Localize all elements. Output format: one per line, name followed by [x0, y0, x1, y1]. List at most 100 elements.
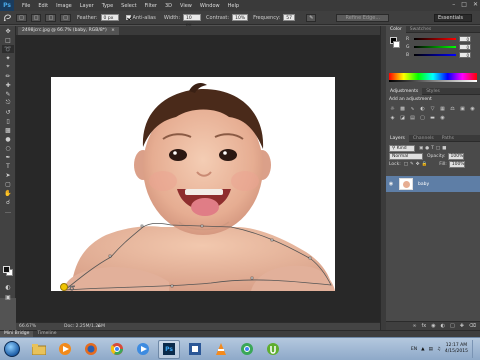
- gradient-tool-icon[interactable]: ▩: [2, 126, 14, 134]
- magnetic-lasso-icon[interactable]: [0, 13, 14, 22]
- tab-adjustments[interactable]: Adjustments: [386, 87, 423, 95]
- new-layer-icon[interactable]: ✚: [460, 323, 464, 329]
- minimize-icon[interactable]: –: [452, 1, 455, 8]
- brush-tool-icon[interactable]: ✎: [2, 90, 14, 98]
- tab-layers[interactable]: Layers: [386, 134, 409, 142]
- quick-mask-icon[interactable]: ◐: [2, 283, 14, 291]
- taskbar-chrome-icon[interactable]: [106, 340, 128, 359]
- hue-saturation-icon[interactable]: ▦: [439, 106, 446, 112]
- brightness-icon[interactable]: ☼: [389, 106, 396, 112]
- quick-selection-tool-icon[interactable]: ✦: [2, 54, 14, 62]
- start-button[interactable]: [4, 341, 20, 357]
- clone-stamp-tool-icon[interactable]: ⎋: [2, 99, 14, 107]
- color-spectrum[interactable]: [389, 73, 477, 82]
- taskbar-vlc-icon[interactable]: [210, 340, 232, 359]
- curves-icon[interactable]: ∿: [409, 106, 416, 112]
- layer-mask-icon[interactable]: ◉: [431, 323, 435, 329]
- taskbar-photoshop-icon[interactable]: Ps: [158, 339, 180, 359]
- tab-paths[interactable]: Paths: [438, 135, 458, 142]
- visibility-eye-icon[interactable]: ◉: [386, 181, 396, 187]
- hand-tool-icon[interactable]: ✋: [2, 189, 14, 197]
- taskbar-word-icon[interactable]: [184, 340, 206, 359]
- green-value[interactable]: 0: [459, 44, 471, 50]
- channel-mixer-icon[interactable]: ◈: [389, 115, 396, 121]
- menu-3d[interactable]: 3D: [161, 3, 176, 9]
- subtract-selection-icon[interactable]: □: [45, 13, 57, 22]
- trash-icon[interactable]: ⌫: [469, 323, 476, 329]
- volume-icon[interactable]: ♫: [437, 347, 441, 352]
- move-tool-icon[interactable]: ✥: [2, 27, 14, 35]
- workspace-select[interactable]: Essentials: [434, 14, 472, 22]
- menu-edit[interactable]: Edit: [34, 3, 52, 9]
- menu-help[interactable]: Help: [224, 3, 243, 9]
- tab-channels[interactable]: Channels: [409, 135, 438, 142]
- blur-tool-icon[interactable]: ●: [2, 135, 14, 143]
- posterize-icon[interactable]: ▤: [409, 115, 416, 121]
- new-group-icon[interactable]: □: [450, 323, 455, 329]
- layer-style-icon[interactable]: fx: [422, 323, 427, 329]
- fill-input[interactable]: 100%: [448, 160, 465, 168]
- black-white-icon[interactable]: ▣: [459, 106, 466, 112]
- close-tab-icon[interactable]: ×: [111, 28, 115, 33]
- menu-window[interactable]: Window: [196, 3, 224, 9]
- layer-filter-icons[interactable]: ▣●T□■: [419, 146, 448, 151]
- menu-type[interactable]: Type: [98, 3, 117, 9]
- menu-view[interactable]: View: [176, 3, 196, 9]
- type-tool-icon[interactable]: T: [2, 162, 14, 170]
- taskbar-explorer-icon[interactable]: [28, 340, 50, 359]
- tab-styles[interactable]: Styles: [422, 88, 444, 95]
- taskbar-chrome2-icon[interactable]: [236, 340, 258, 359]
- zoom-tool-icon[interactable]: ☌: [2, 198, 14, 206]
- antialias-checkbox[interactable]: Anti-alias: [125, 15, 156, 21]
- lasso-start-point[interactable]: [60, 283, 68, 291]
- new-adjustment-icon[interactable]: ◐: [441, 323, 445, 329]
- eyedropper-tool-icon[interactable]: ✏: [2, 72, 14, 80]
- add-selection-icon[interactable]: □: [30, 13, 42, 22]
- panel-background-swatch[interactable]: [393, 41, 400, 48]
- gradient-map-icon[interactable]: ▬: [429, 115, 436, 121]
- tray-arrow-icon[interactable]: ▲: [421, 347, 424, 352]
- pen-tool-icon[interactable]: ✒: [2, 153, 14, 161]
- blue-slider[interactable]: [414, 54, 456, 56]
- healing-brush-tool-icon[interactable]: ✚: [2, 81, 14, 89]
- layer-row[interactable]: ◉ baby: [386, 176, 480, 192]
- more-tools-icon[interactable]: …: [2, 207, 14, 215]
- levels-icon[interactable]: ▩: [399, 106, 406, 112]
- foreground-color-swatch[interactable]: [3, 266, 10, 273]
- green-slider[interactable]: [414, 46, 456, 48]
- document-tab[interactable]: 2498jcrc.jpg @ 66.7% (baby, RGB/8*) ×: [18, 27, 119, 35]
- blend-mode-select[interactable]: Normal: [389, 152, 423, 160]
- rectangle-tool-icon[interactable]: ▢: [2, 180, 14, 188]
- opacity-input[interactable]: 100%: [447, 152, 464, 160]
- menu-select[interactable]: Select: [117, 3, 140, 9]
- clock[interactable]: 12:17 AM 4/15/2015: [445, 343, 468, 355]
- marquee-tool-icon[interactable]: □: [2, 36, 14, 44]
- feather-input[interactable]: 0 px: [100, 14, 119, 21]
- refine-edge-button[interactable]: Refine Edge...: [336, 13, 390, 22]
- intersect-selection-icon[interactable]: □: [60, 13, 71, 22]
- maximize-icon[interactable]: □: [461, 1, 467, 8]
- language-indicator[interactable]: EN: [411, 347, 417, 352]
- history-brush-tool-icon[interactable]: ↺: [2, 108, 14, 116]
- red-slider[interactable]: [414, 38, 456, 40]
- close-icon[interactable]: ✕: [473, 1, 478, 8]
- new-selection-icon[interactable]: □: [16, 13, 27, 22]
- frequency-input[interactable]: 57: [283, 14, 296, 21]
- dodge-tool-icon[interactable]: ○: [2, 144, 14, 152]
- tablet-pressure-icon[interactable]: ✎: [306, 13, 317, 22]
- vibrance-icon[interactable]: ▽: [429, 106, 436, 112]
- menu-file[interactable]: File: [18, 3, 34, 9]
- menu-filter[interactable]: Filter: [141, 3, 161, 9]
- exposure-icon[interactable]: ◐: [419, 106, 426, 112]
- invert-icon[interactable]: ◪: [399, 115, 406, 121]
- layer-kind-select[interactable]: ⚲ Kind: [389, 144, 415, 152]
- link-layers-icon[interactable]: ∞: [412, 323, 416, 329]
- screen-mode-icon[interactable]: ▣: [2, 293, 14, 301]
- taskbar-media-icon[interactable]: [132, 340, 154, 359]
- show-desktop-button[interactable]: [472, 340, 477, 358]
- lasso-tool-icon[interactable]: ➰: [2, 45, 14, 53]
- tab-color[interactable]: Color: [386, 25, 406, 33]
- document-canvas[interactable]: ➰: [51, 77, 335, 291]
- taskbar-media-player-icon[interactable]: [54, 340, 76, 359]
- taskbar-firefox-icon[interactable]: [80, 340, 102, 359]
